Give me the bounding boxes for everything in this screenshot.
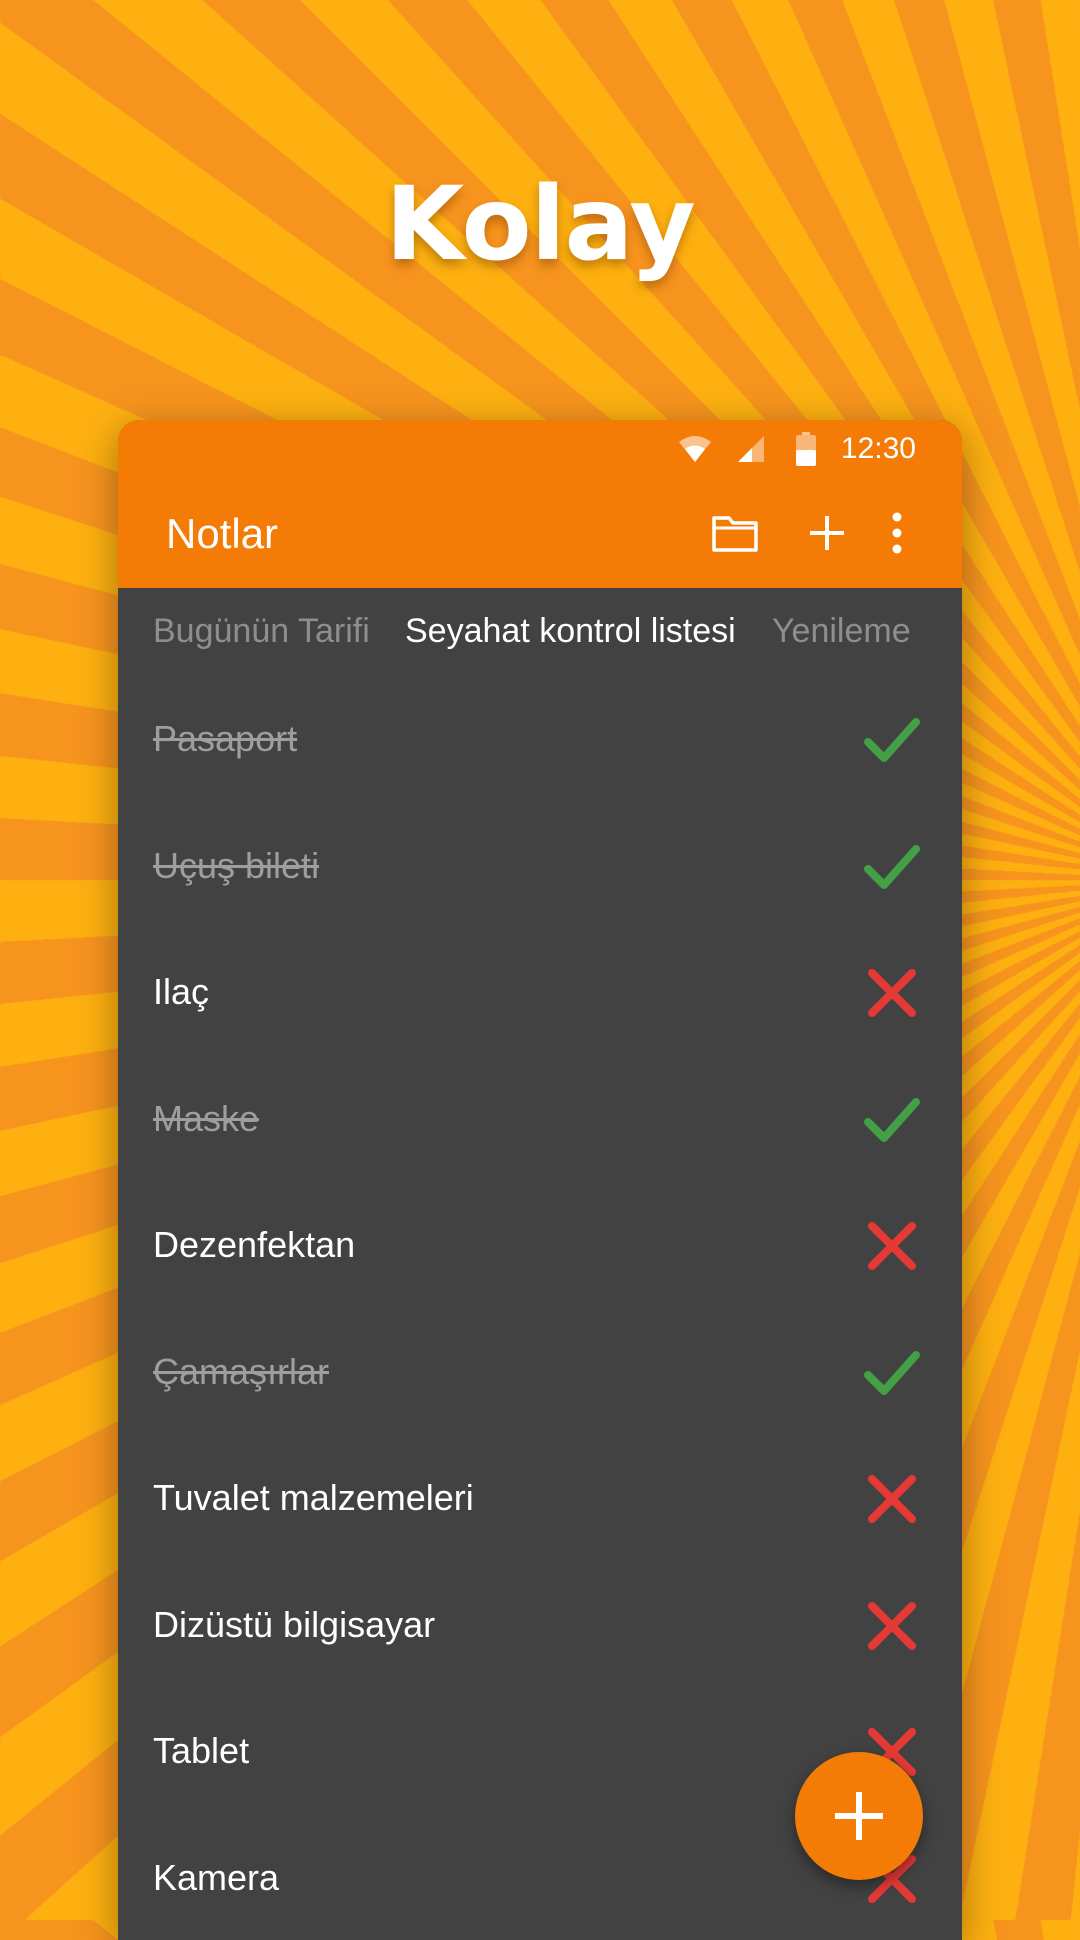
list-item-label: Çamaşırlar <box>153 1351 329 1393</box>
list-item-label: Kamera <box>153 1857 279 1899</box>
signal-icon <box>736 434 766 464</box>
list-item-label: Tablet <box>153 1730 249 1772</box>
more-vert-icon <box>882 508 912 558</box>
list-item-label: Dezenfektan <box>153 1224 355 1266</box>
cross-icon[interactable] <box>864 1598 920 1654</box>
list-item-label: Tuvalet malzemeleri <box>153 1477 474 1519</box>
folder-icon <box>710 508 760 558</box>
wifi-icon <box>678 434 712 464</box>
battery-icon <box>796 432 816 466</box>
plus-icon <box>829 1786 889 1846</box>
list-item[interactable]: Uçuş bileti <box>118 805 962 932</box>
plus-icon <box>802 508 852 558</box>
list-item[interactable]: Dizüstü bilgisayar <box>118 1564 962 1691</box>
list-item-label: Uçuş bileti <box>153 845 319 887</box>
checkmark-icon[interactable] <box>864 1345 920 1401</box>
list-item[interactable]: Pasaport <box>118 678 962 805</box>
list-item[interactable]: Tuvalet malzemeleri <box>118 1437 962 1564</box>
add-item-fab[interactable] <box>795 1752 923 1880</box>
tab-seyahat-kontrol-listesi[interactable]: Seyahat kontrol listesi <box>405 612 736 651</box>
list-item[interactable]: Dezenfektan <box>118 1184 962 1311</box>
folder-button[interactable] <box>710 508 760 558</box>
status-time: 12:30 <box>841 432 916 466</box>
list-item-label: Ilaç <box>153 971 209 1013</box>
list-item[interactable]: Maske <box>118 1058 962 1185</box>
checkmark-icon[interactable] <box>864 839 920 895</box>
list-item[interactable]: Ilaç <box>118 931 962 1058</box>
checkmark-icon[interactable] <box>864 1092 920 1148</box>
app-bar: Notlar <box>118 480 962 588</box>
list-item-label: Maske <box>153 1098 259 1140</box>
cross-icon[interactable] <box>864 1218 920 1274</box>
checkmark-icon[interactable] <box>864 712 920 768</box>
add-note-button[interactable] <box>802 508 852 558</box>
cross-icon[interactable] <box>864 965 920 1021</box>
tab-yenileme[interactable]: Yenileme <box>772 612 911 651</box>
cross-icon[interactable] <box>864 1471 920 1527</box>
list-item[interactable]: Çamaşırlar <box>118 1311 962 1438</box>
app-title: Notlar <box>166 510 278 558</box>
status-bar: 12:30 <box>118 420 962 480</box>
overflow-menu-button[interactable] <box>882 508 912 558</box>
notebook-tabs: Bugünün Tarifi Seyahat kontrol listesi Y… <box>118 588 962 678</box>
checklist: Pasaport Uçuş bileti Ilaç Maske Dezenfektan Ç… <box>118 678 962 1940</box>
list-item-label: Pasaport <box>153 718 297 760</box>
tab-bugunun-tarifi[interactable]: Bugünün Tarifi <box>153 612 370 651</box>
phone-screen: 12:30 Notlar Bugünün Tarifi Seyahat kon <box>118 420 962 1940</box>
promo-headline: Kolay <box>0 165 1080 284</box>
list-item-label: Dizüstü bilgisayar <box>153 1604 435 1646</box>
